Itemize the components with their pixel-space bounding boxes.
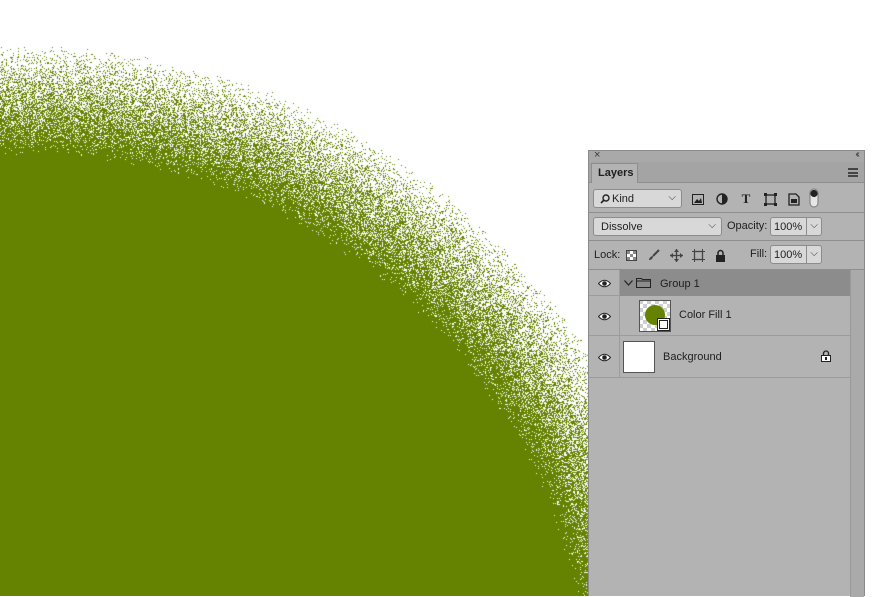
type-filter-glyph: T xyxy=(741,191,751,206)
chevron-down-icon: ⌵ xyxy=(708,220,716,231)
fill-value: 100% xyxy=(774,249,803,261)
image-filter-icon[interactable] xyxy=(690,191,706,207)
close-icon[interactable]: × xyxy=(594,149,600,161)
visibility-toggle[interactable] xyxy=(589,336,620,377)
panel-titlebar: × ‹‹ xyxy=(589,149,864,162)
lock-all-icon[interactable] xyxy=(712,247,728,263)
layers-list: Group 1 Color Fill 1 Background xyxy=(589,270,850,597)
layer-name-group: Group 1 xyxy=(660,278,700,290)
layer-name-color-fill: Color Fill 1 xyxy=(679,309,732,321)
eye-icon[interactable] xyxy=(598,279,611,288)
type-filter-icon[interactable]: T xyxy=(738,191,754,207)
lock-icon[interactable] xyxy=(821,350,831,362)
opacity-value: 100% xyxy=(774,221,803,233)
layer-row-group-highlight xyxy=(620,270,850,296)
chevron-down-icon[interactable] xyxy=(624,280,633,286)
blend-mode-value: Dissolve xyxy=(601,221,643,233)
visibility-toggle[interactable] xyxy=(589,296,620,335)
adjustment-filter-icon[interactable] xyxy=(714,191,730,207)
panel-menu-icon[interactable] xyxy=(848,168,858,177)
layers-panel: × ‹‹ Layers Kind ⌵ T Dissolve ⌵ Opacity: xyxy=(588,149,865,597)
layer-thumbnail xyxy=(623,341,655,373)
tab-layers[interactable]: Layers xyxy=(591,163,638,183)
shape-filter-icon[interactable] xyxy=(762,191,778,207)
eye-icon[interactable] xyxy=(598,353,611,362)
layer-row-color-fill[interactable]: Color Fill 1 xyxy=(589,296,850,336)
filter-toggle-icon[interactable] xyxy=(809,188,819,208)
lock-label: Lock: xyxy=(594,249,621,261)
opacity-label: Opacity: xyxy=(727,220,768,232)
fill-label: Fill: xyxy=(750,248,768,260)
blend-mode-select[interactable]: Dissolve ⌵ xyxy=(593,217,722,236)
collapse-icon[interactable]: ‹‹ xyxy=(855,149,859,160)
folder-icon xyxy=(636,278,651,288)
lock-artboard-icon[interactable] xyxy=(690,247,706,263)
eye-icon[interactable] xyxy=(598,312,611,321)
lock-position-icon[interactable] xyxy=(668,247,684,263)
layer-name-background: Background xyxy=(663,351,722,363)
chevron-down-icon: ⌵ xyxy=(668,192,676,203)
smart-object-filter-icon[interactable] xyxy=(786,191,802,207)
panel-tab-row: Layers xyxy=(589,162,864,183)
lock-transparency-icon[interactable] xyxy=(623,247,639,263)
layer-row-background[interactable]: Background xyxy=(589,336,850,378)
layers-scrollbar[interactable] xyxy=(850,270,864,597)
filter-kind-select[interactable]: Kind ⌵ xyxy=(593,189,682,208)
lock-pixels-icon[interactable] xyxy=(646,247,662,263)
layer-row-group[interactable]: Group 1 xyxy=(589,270,850,296)
search-icon xyxy=(600,194,610,204)
fill-input[interactable]: 100% ⌵ xyxy=(770,245,822,264)
opacity-input[interactable]: 100% ⌵ xyxy=(770,217,822,236)
layer-thumbnail xyxy=(639,300,671,332)
visibility-toggle[interactable] xyxy=(589,270,620,295)
filter-kind-label: Kind xyxy=(612,193,635,205)
chevron-down-icon[interactable]: ⌵ xyxy=(810,220,818,231)
chevron-down-icon[interactable]: ⌵ xyxy=(810,248,818,259)
